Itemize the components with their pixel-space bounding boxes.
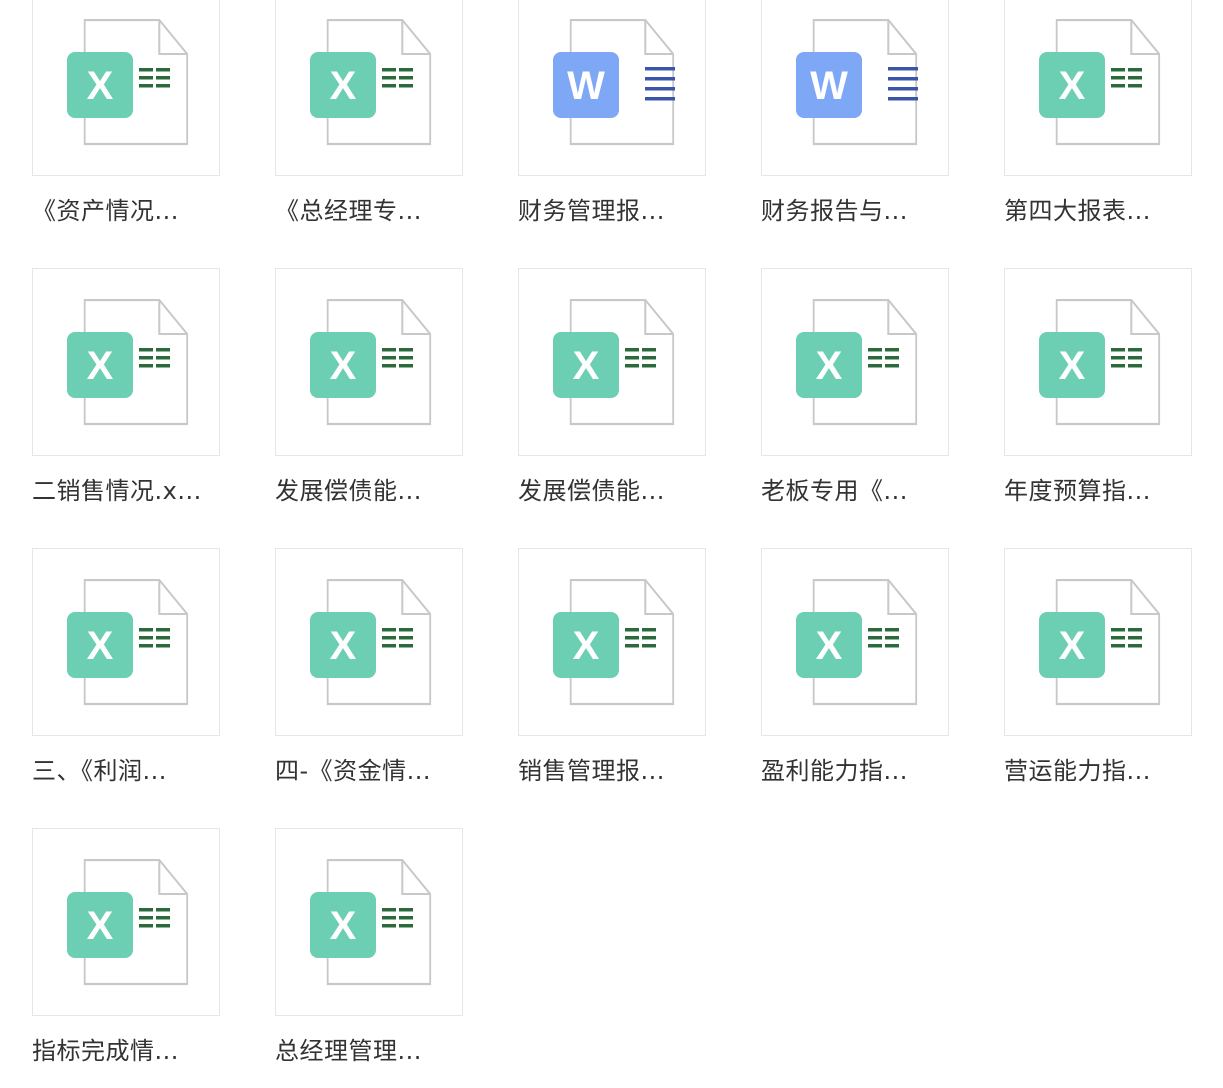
file-name[interactable]: 盈利能力指... [761,755,949,787]
file-thumbnail[interactable]: X [275,828,463,1016]
excel-file-icon: X [67,859,189,986]
word-file-icon: W [796,19,918,146]
svg-text:X: X [1059,64,1086,108]
svg-text:X: X [816,344,843,388]
file-thumbnail[interactable]: X [32,828,220,1016]
excel-file-icon: X [1039,299,1161,426]
file-thumbnail[interactable]: X [761,548,949,736]
file-thumbnail[interactable]: X [518,268,706,456]
file-name[interactable]: 四-《资金情... [275,755,463,787]
excel-file-icon: X [310,299,432,426]
file-thumbnail[interactable]: X [518,548,706,736]
excel-file-icon: X [1039,579,1161,706]
file-thumbnail[interactable]: X [1004,548,1192,736]
file-thumbnail[interactable]: X [1004,268,1192,456]
file-name[interactable]: 财务报告与... [761,195,949,227]
excel-file-icon: X [553,579,675,706]
file-thumbnail[interactable]: X [32,268,220,456]
excel-file-icon: X [310,19,432,146]
file-name[interactable]: 第四大报表... [1004,195,1192,227]
file-name[interactable]: 指标完成情... [32,1035,220,1067]
excel-file-icon: X [67,299,189,426]
file-thumbnail[interactable]: W [761,0,949,176]
excel-file-icon: X [67,19,189,146]
svg-text:W: W [567,64,605,108]
file-thumbnail[interactable]: X [275,548,463,736]
svg-text:X: X [87,344,114,388]
svg-text:X: X [816,624,843,668]
svg-text:X: X [330,344,357,388]
svg-text:X: X [573,344,600,388]
excel-file-icon: X [67,579,189,706]
excel-file-icon: X [310,859,432,986]
excel-file-icon: X [796,299,918,426]
svg-text:X: X [330,64,357,108]
svg-text:X: X [87,904,114,948]
excel-file-icon: X [310,579,432,706]
file-name[interactable]: 财务管理报... [518,195,706,227]
svg-text:X: X [330,624,357,668]
svg-text:X: X [1059,624,1086,668]
file-name[interactable]: 年度预算指... [1004,475,1192,507]
svg-text:W: W [810,64,848,108]
file-thumbnail[interactable]: X [275,0,463,176]
file-thumbnail[interactable]: W [518,0,706,176]
file-name[interactable]: 发展偿债能... [518,475,706,507]
file-name[interactable]: 销售管理报... [518,755,706,787]
svg-text:X: X [1059,344,1086,388]
file-thumbnail[interactable]: X [1004,0,1192,176]
excel-file-icon: X [796,579,918,706]
file-name[interactable]: 二销售情况.x... [32,475,220,507]
excel-file-icon: X [553,299,675,426]
file-name[interactable]: 老板专用《... [761,475,949,507]
file-thumbnail[interactable]: X [761,268,949,456]
svg-text:X: X [573,624,600,668]
file-name[interactable]: 发展偿债能... [275,475,463,507]
svg-text:X: X [87,64,114,108]
svg-text:X: X [87,624,114,668]
file-name[interactable]: 《总经理专... [275,195,463,227]
file-thumbnail[interactable]: X [32,0,220,176]
excel-file-icon: X [1039,19,1161,146]
file-name[interactable]: 总经理管理... [275,1035,463,1067]
file-name[interactable]: 《资产情况... [32,195,220,227]
file-name[interactable]: 三、《利润... [32,755,220,787]
file-name[interactable]: 营运能力指... [1004,755,1192,787]
file-thumbnail[interactable]: X [275,268,463,456]
svg-text:X: X [330,904,357,948]
file-thumbnail[interactable]: X [32,548,220,736]
word-file-icon: W [553,19,675,146]
